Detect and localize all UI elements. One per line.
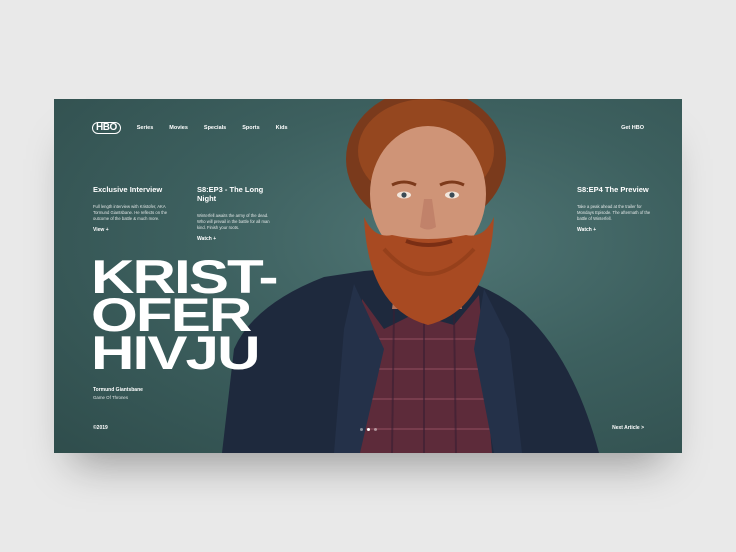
column-title: S8:EP4 The Preview: [577, 185, 649, 194]
hero-title: KRIST- OFER HIVJU: [91, 253, 279, 379]
column-text: Full length interview with Kristofer, AK…: [93, 204, 168, 221]
slider-dots: [360, 428, 377, 431]
top-nav: HBO Series Movies Specials Sports Kids G…: [92, 121, 644, 135]
column-long-night: S8:EP3 - The Long Night Winterfell await…: [197, 185, 273, 242]
column-exclusive-interview: Exclusive Interview Full length intervie…: [93, 185, 169, 233]
watch-link[interactable]: Watch +: [197, 236, 273, 242]
nav-item-kids[interactable]: Kids: [276, 125, 288, 131]
nav-item-series[interactable]: Series: [137, 125, 154, 131]
copyright: ©2019: [93, 425, 108, 431]
watch-link[interactable]: Watch +: [577, 227, 653, 233]
hero-card: HBO Series Movies Specials Sports Kids G…: [54, 99, 682, 453]
view-link[interactable]: View +: [93, 227, 169, 233]
page-background: HBO Series Movies Specials Sports Kids G…: [0, 0, 736, 552]
column-text: Take a peak ahead at the trailer for Mon…: [577, 204, 651, 221]
slider-dot[interactable]: [360, 428, 363, 431]
character-info: Tormund Giantsbane Game Of Thrones: [93, 386, 143, 402]
nav-item-sports[interactable]: Sports: [242, 125, 259, 131]
slider-dot-active[interactable]: [367, 428, 370, 431]
hbo-logo[interactable]: HBO: [92, 122, 121, 134]
column-title: Exclusive Interview: [93, 185, 163, 194]
column-text: Winterfell awaits the army of the dead. …: [197, 213, 270, 230]
nav-item-movies[interactable]: Movies: [169, 125, 188, 131]
column-preview: S8:EP4 The Preview Take a peak ahead at …: [577, 185, 653, 233]
slider-dot[interactable]: [374, 428, 377, 431]
character-name: Tormund Giantsbane: [93, 387, 143, 393]
get-hbo-link[interactable]: Get HBO: [621, 125, 644, 131]
hero-line: HIVJU: [91, 326, 261, 379]
next-article-link[interactable]: Next Article >: [612, 425, 644, 431]
show-name: Game Of Thrones: [93, 395, 129, 400]
nav-item-specials[interactable]: Specials: [204, 125, 226, 131]
column-title: S8:EP3 - The Long Night: [197, 185, 264, 203]
